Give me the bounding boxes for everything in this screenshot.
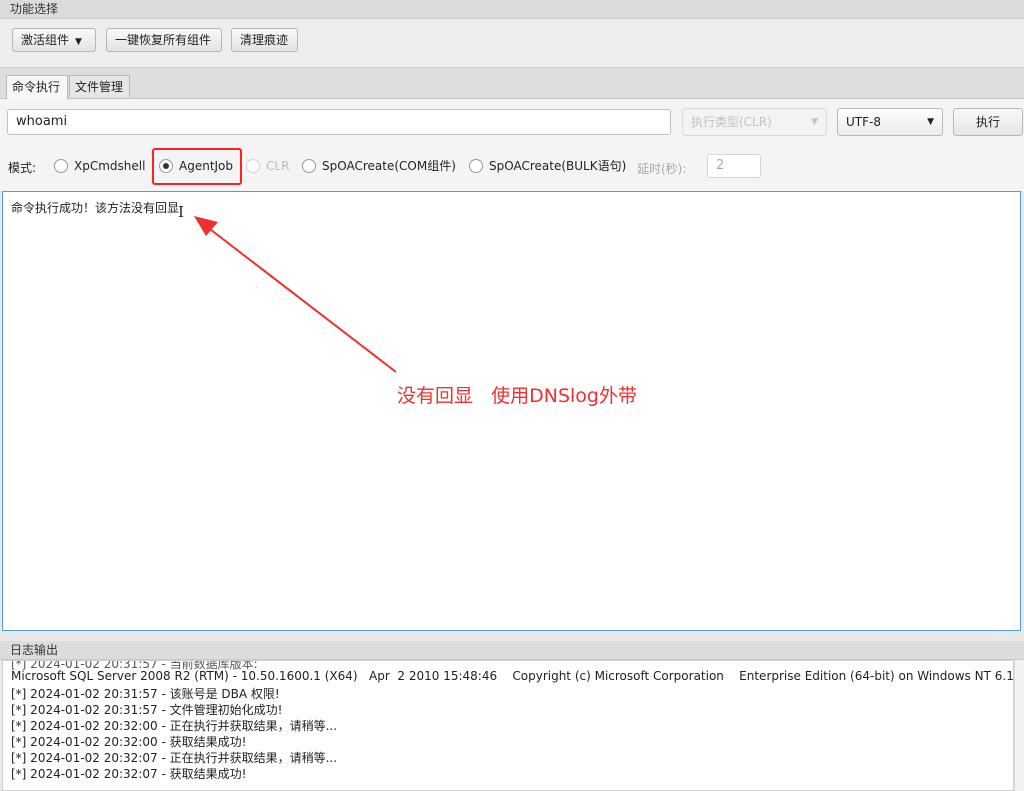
log-output[interactable]: [*] 2024-01-02 20:31:57 - 当前数据库版本: Micro…	[2, 660, 1014, 791]
log-section-header: 日志输出	[0, 641, 1024, 660]
log-line: [*] 2024-01-02 20:31:57 - 该账号是 DBA 权限!	[11, 687, 280, 701]
log-scrollbar[interactable]	[1014, 660, 1024, 791]
log-line: [*] 2024-01-02 20:32:07 - 获取结果成功!	[11, 767, 247, 781]
log-line: Microsoft SQL Server 2008 R2 (RTM) - 10.…	[11, 669, 1014, 683]
log-line: [*] 2024-01-02 20:32:07 - 正在执行并获取结果，请稍等.…	[11, 751, 338, 765]
log-line: [*] 2024-01-02 20:32:00 - 获取结果成功!	[11, 735, 247, 749]
annotation-arrow-shaft	[201, 222, 397, 373]
log-line: [*] 2024-01-02 20:31:57 - 文件管理初始化成功!	[11, 703, 283, 717]
log-line: [*] 2024-01-02 20:32:00 - 正在执行并获取结果，请稍等.…	[11, 719, 338, 733]
annotation-text: 没有回显 使用DNSlog外带	[397, 385, 637, 407]
